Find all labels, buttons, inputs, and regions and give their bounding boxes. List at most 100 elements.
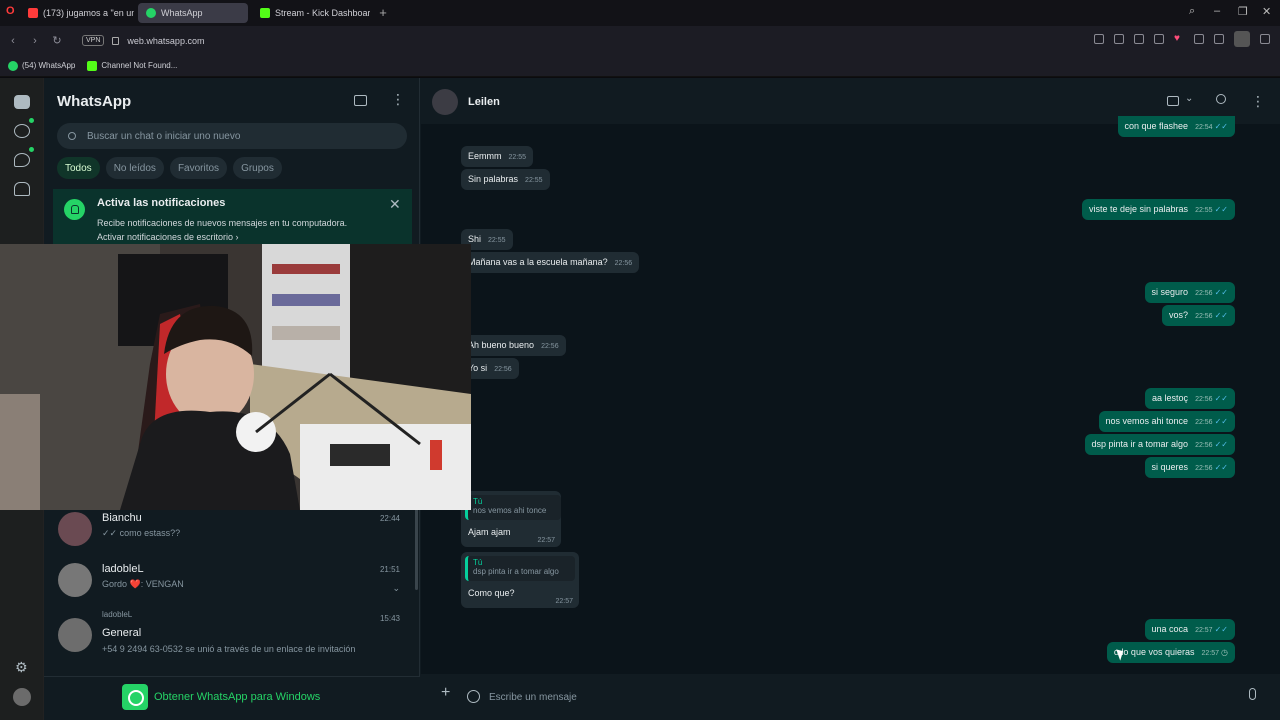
reload-icon[interactable]: ↻ (46, 34, 68, 47)
tab-label: (173) jugamos a "en una r (43, 8, 134, 18)
contact-name[interactable]: Leilen (468, 96, 500, 108)
kebab-menu-icon[interactable]: ⋮ (1251, 94, 1265, 108)
message-input[interactable] (489, 685, 1209, 709)
message-out[interactable]: con que flashee 22:54 ✓✓ (1117, 116, 1235, 137)
message-out[interactable]: dsp pinta ir a tomar algo 22:56 ✓✓ (1084, 434, 1235, 455)
channels-icon[interactable] (14, 153, 30, 167)
filter-no-leidos[interactable]: No leídos (105, 157, 164, 179)
message-in[interactable]: Eemmm 22:55 (461, 146, 534, 167)
get-app-banner[interactable]: Obtener WhatsApp para Windows (44, 676, 420, 720)
emoji-icon[interactable] (467, 690, 480, 703)
chat-item-general[interactable]: ladobleL General 15:43 +54 9 2494 63-053… (44, 610, 420, 660)
avatar (58, 563, 92, 597)
search-input[interactable] (87, 130, 387, 142)
message-text: Eemmm (468, 151, 502, 161)
chevron-down-icon[interactable]: ⌄ (1185, 93, 1193, 104)
whatsapp-icon (146, 8, 156, 18)
message-out[interactable]: vos? 22:56 ✓✓ (1162, 305, 1235, 326)
search-icon[interactable] (1216, 94, 1226, 104)
message-in[interactable]: Mañana vas a la escuela mañana? 22:56 (461, 252, 640, 273)
filter-todos[interactable]: Todos (57, 157, 100, 179)
message-out[interactable]: si seguro 22:56 ✓✓ (1144, 282, 1235, 303)
chat-preview: Gordo ❤️: VENGAN (102, 579, 184, 589)
enable-notifications-link[interactable]: Activar notificaciones de escritorio › (97, 232, 239, 242)
chat-preview: +54 9 2494 63-0532 se unió a través de u… (102, 644, 356, 654)
status-icon[interactable] (14, 124, 30, 138)
scrollbar[interactable] (1273, 124, 1277, 674)
minimize-icon[interactable]: – (1214, 5, 1220, 17)
menu-lines-icon[interactable] (1214, 34, 1224, 44)
scrollbar[interactable] (415, 508, 418, 590)
shield-icon[interactable] (1134, 34, 1144, 44)
whatsapp-icon (8, 60, 18, 71)
quoted-message[interactable]: Tú nos vemos ahi tonce (465, 495, 561, 520)
edit-icon[interactable] (1094, 34, 1104, 44)
microphone-icon[interactable] (1249, 688, 1256, 700)
message-text: vos? (1169, 310, 1189, 320)
avatar[interactable] (13, 688, 31, 706)
message-text: o lo que vos quieras (1113, 647, 1195, 657)
message-time: 22:55 (1195, 207, 1213, 214)
video-call-icon[interactable] (1167, 96, 1179, 106)
message-time: 22:57 (537, 537, 555, 544)
message-out[interactable]: una coca 22:57 ✓✓ (1144, 619, 1235, 640)
message-in[interactable]: Sin palabras 22:55 (461, 169, 550, 190)
close-window-icon[interactable]: ✕ (1262, 5, 1271, 18)
sidebar-title: WhatsApp (57, 93, 132, 110)
new-chat-icon[interactable] (354, 95, 367, 106)
chats-icon[interactable] (14, 95, 30, 109)
message-out[interactable]: o lo que vos quieras 22:57 ◷ (1106, 642, 1235, 663)
message-text: Shi (468, 234, 482, 244)
tab-kick[interactable]: Stream - Kick Dashboard (252, 3, 370, 23)
play-icon[interactable] (1154, 34, 1164, 44)
maximize-icon[interactable]: ❐ (1238, 5, 1248, 18)
message-time: 22:57 (555, 598, 573, 605)
filter-grupos[interactable]: Grupos (233, 157, 282, 179)
message-out[interactable]: aa lestoç 22:56 ✓✓ (1145, 388, 1235, 409)
opera-logo-icon[interactable]: O (6, 5, 15, 17)
search-box (57, 123, 407, 149)
message-in-reply[interactable]: Tú nos vemos ahi tonce Ajam ajam 22:57 (461, 491, 561, 547)
message-out[interactable]: nos vemos ahi tonce 22:56 ✓✓ (1098, 411, 1235, 432)
vpn-badge[interactable]: VPN (82, 35, 105, 46)
communities-icon[interactable] (14, 182, 30, 196)
message-text: dsp pinta ir a tomar algo (1091, 439, 1189, 449)
bookmark-whatsapp[interactable]: (54) WhatsApp (8, 60, 75, 71)
extension-icons: ♥ (1094, 31, 1270, 47)
bookmark-kick[interactable]: Channel Not Found... (87, 60, 177, 71)
kick-icon (87, 60, 98, 71)
tab-search-icon[interactable]: ⌕ (1189, 5, 1195, 18)
back-icon[interactable]: ‹ (2, 35, 24, 47)
settings-icon[interactable] (1260, 34, 1270, 44)
message-text: Sin palabras (468, 174, 519, 184)
message-time: 22:54 (1195, 124, 1213, 131)
kick-icon (260, 8, 270, 18)
heart-icon[interactable]: ♥ (1174, 34, 1184, 44)
message-in-reply[interactable]: Tú dsp pinta ir a tomar algo Como que? 2… (461, 552, 579, 608)
close-icon[interactable]: ✕ (389, 196, 401, 213)
message-in[interactable]: Ah bueno bueno 22:56 (461, 335, 566, 356)
message-time: 22:56 (614, 260, 633, 267)
chat-item-bianchu[interactable]: Bianchu 22:44 ✓✓ como estass?? (44, 510, 420, 560)
gear-icon[interactable]: ⚙ (15, 659, 28, 676)
camera-icon[interactable] (1114, 34, 1124, 44)
new-tab-icon[interactable]: + (376, 6, 390, 20)
chat-name: Bianchu (102, 512, 142, 524)
attach-plus-icon[interactable]: + (441, 684, 450, 702)
kebab-menu-icon[interactable]: ⋮ (391, 92, 405, 106)
chevron-down-icon[interactable]: ⌄ (392, 583, 400, 594)
download-icon[interactable] (1194, 34, 1204, 44)
avatar[interactable] (432, 89, 458, 115)
message-out[interactable]: viste te deje sin palabras 22:55 ✓✓ (1082, 199, 1235, 220)
tab-whatsapp[interactable]: WhatsApp (138, 3, 248, 23)
lock-icon[interactable] (112, 36, 120, 45)
filter-favoritos[interactable]: Favoritos (169, 157, 228, 179)
url-field[interactable]: web.whatsapp.com (127, 36, 204, 46)
profile-avatar[interactable] (1234, 31, 1250, 47)
quoted-message[interactable]: Tú dsp pinta ir a tomar algo (465, 556, 575, 581)
forward-icon[interactable]: › (24, 35, 46, 47)
search-icon (68, 132, 76, 140)
tab-youtube[interactable]: (173) jugamos a "en una r (20, 3, 134, 23)
message-out[interactable]: si queres 22:56 ✓✓ (1144, 457, 1235, 478)
chat-item-ladoblel[interactable]: ladobleL 21:51 Gordo ❤️: VENGAN ⌄ (44, 561, 420, 611)
